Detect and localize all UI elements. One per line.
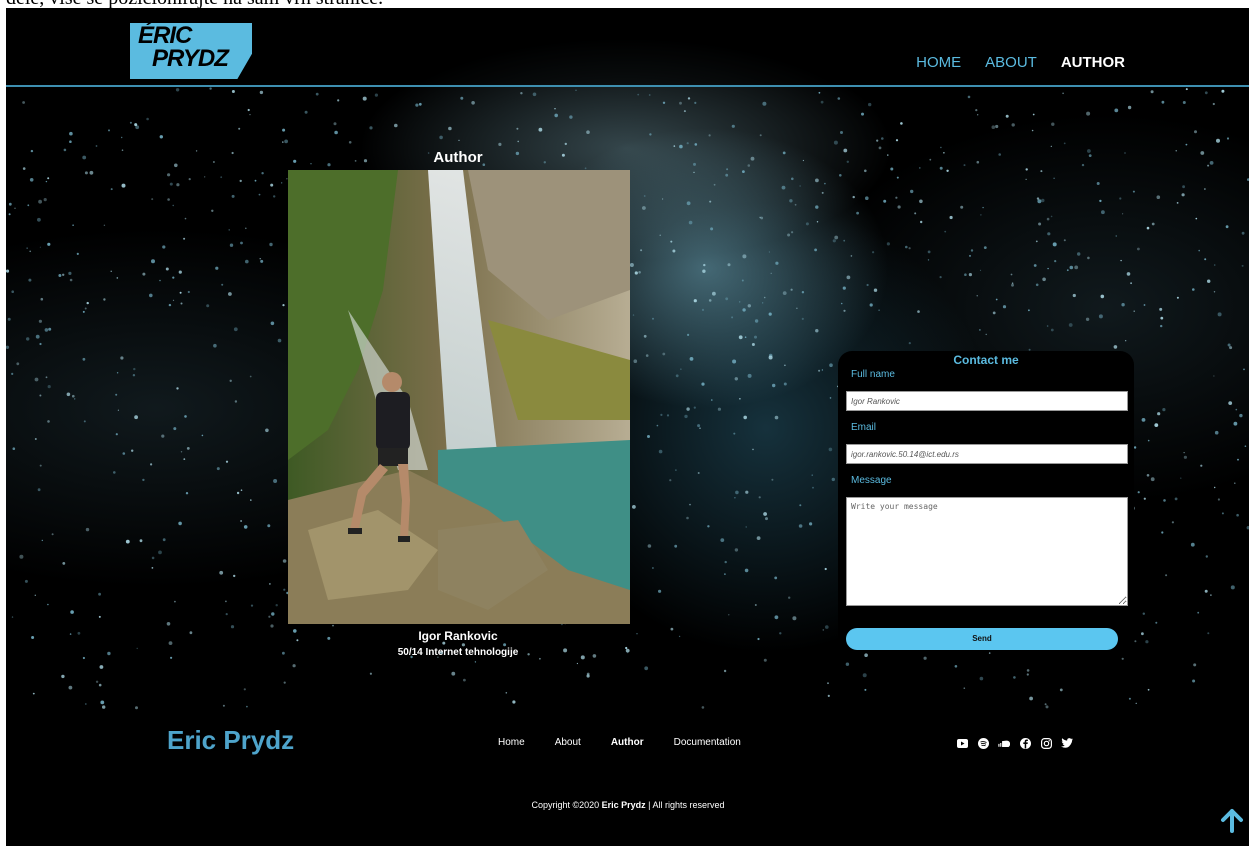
footer-home-link[interactable]: Home <box>498 737 525 748</box>
spotify-icon[interactable] <box>977 737 989 749</box>
message-textarea[interactable] <box>846 497 1128 606</box>
website-page: ÉRIC PRYDZ HOME ABOUT AUTHOR Author Igor… <box>6 8 1249 846</box>
eric-prydz-logo[interactable]: ÉRIC PRYDZ <box>130 23 252 79</box>
document-text-strip: dele, više se pozicionirajte na sam vrh … <box>0 0 1256 8</box>
scroll-to-top-icon[interactable] <box>1219 808 1245 834</box>
main-nav: HOME ABOUT AUTHOR <box>916 54 1125 71</box>
copyright: Copyright ©2020 Eric Prydz | All rights … <box>0 800 1256 810</box>
soundcloud-icon[interactable] <box>998 737 1010 749</box>
nav-about-link[interactable]: ABOUT <box>985 54 1037 71</box>
footer-author-link[interactable]: Author <box>611 737 644 748</box>
email-label: Email <box>851 422 877 433</box>
instagram-icon[interactable] <box>1040 737 1052 749</box>
nav-home-link[interactable]: HOME <box>916 54 961 71</box>
footer-nav: Home About Author Documentation <box>498 737 771 748</box>
footer-about-link[interactable]: About <box>555 737 581 748</box>
social-links <box>956 737 1073 749</box>
copyright-suffix: | All rights reserved <box>645 800 725 810</box>
contact-form: Contact me Full name Email Message Send <box>838 351 1134 651</box>
twitter-icon[interactable] <box>1061 737 1073 749</box>
author-photo <box>288 170 630 624</box>
navbar: ÉRIC PRYDZ HOME ABOUT AUTHOR <box>6 8 1249 87</box>
author-name: Igor Rankovic <box>418 629 498 643</box>
full-name-label: Full name <box>851 369 895 380</box>
facebook-icon[interactable] <box>1019 737 1031 749</box>
nav-author-link[interactable]: AUTHOR <box>1061 54 1125 71</box>
document-text: dele, više se pozicionirajte na sam vrh … <box>6 0 383 8</box>
youtube-icon[interactable] <box>956 737 968 749</box>
contact-title: Contact me <box>953 353 1019 367</box>
logo-line-2: PRYDZ <box>152 45 229 72</box>
author-heading: Author <box>433 149 483 166</box>
copyright-brand: Eric Prydz <box>601 800 646 810</box>
full-name-input[interactable] <box>846 391 1128 411</box>
email-input[interactable] <box>846 444 1128 464</box>
footer-documentation-link[interactable]: Documentation <box>674 737 741 748</box>
message-label: Message <box>851 475 892 486</box>
send-button[interactable]: Send <box>846 628 1118 650</box>
copyright-prefix: Copyright ©2020 <box>531 800 602 810</box>
author-index: 50/14 Internet tehnologije <box>397 647 519 658</box>
footer-brand: Eric Prydz <box>167 725 295 755</box>
